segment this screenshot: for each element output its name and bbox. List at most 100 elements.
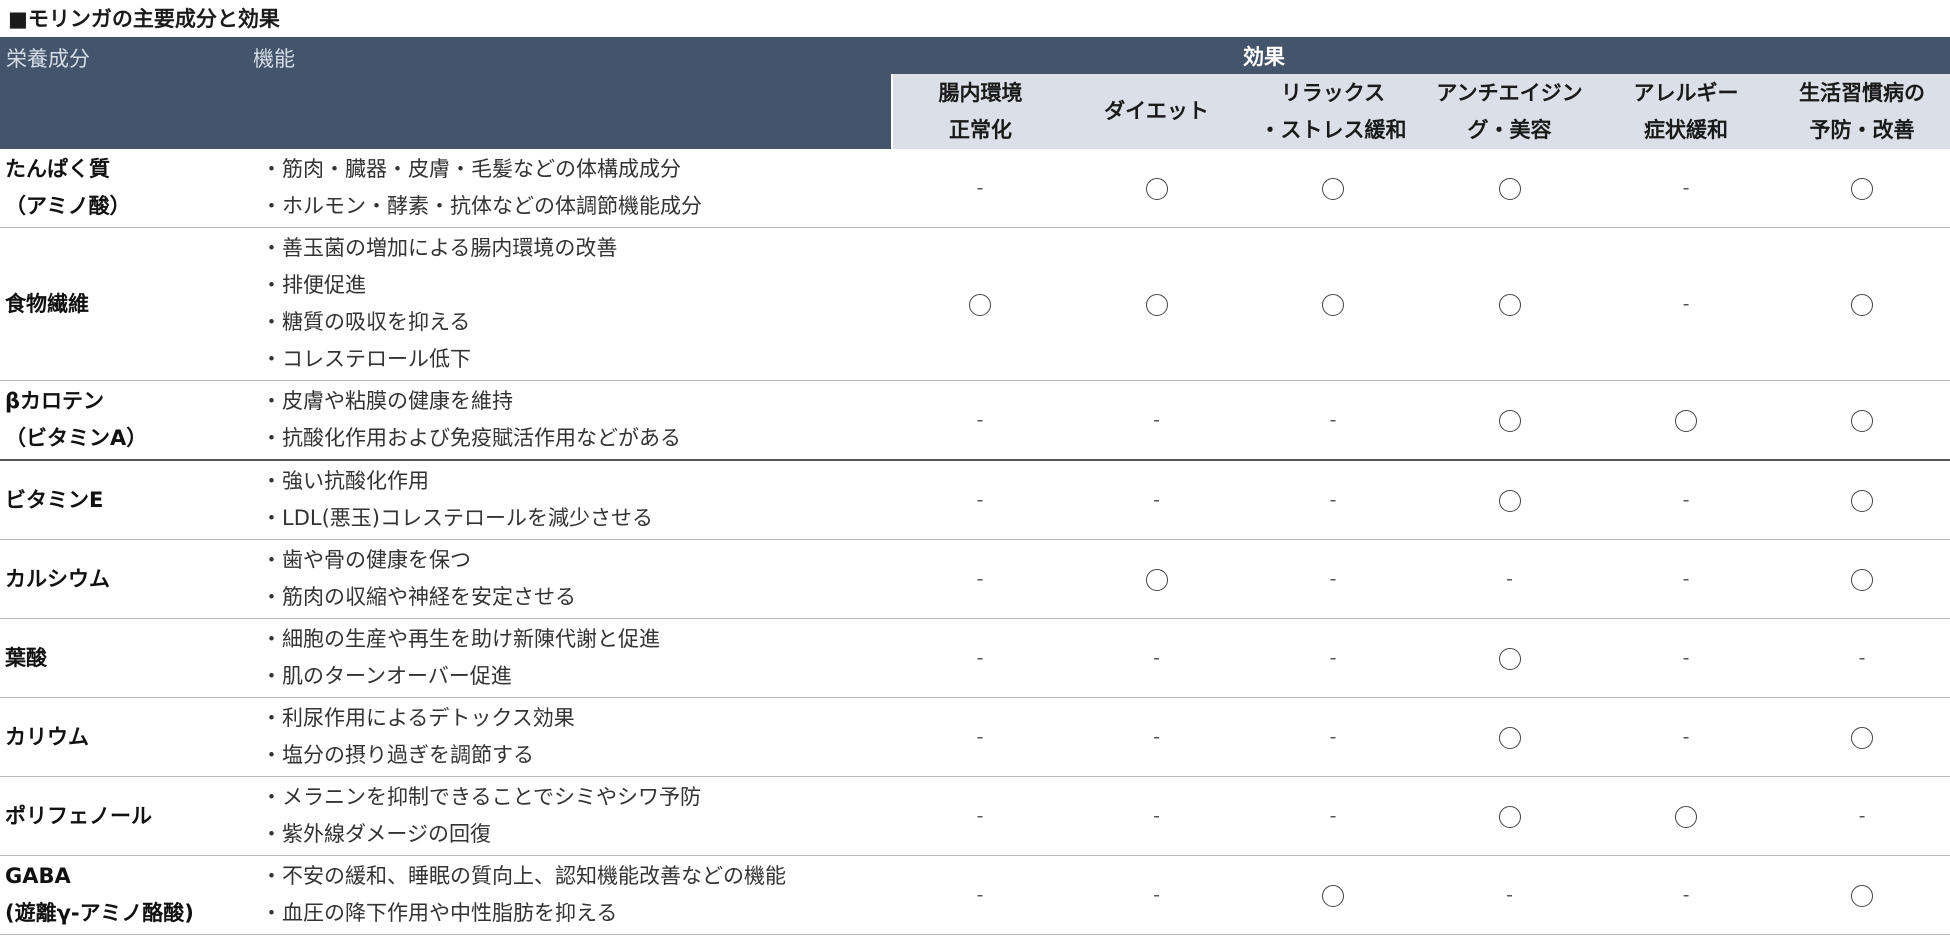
function-item: ・利尿作用によるデトックス効果 [261, 706, 575, 730]
circle-icon [1498, 648, 1521, 670]
effect-dash-mark: - [1682, 884, 1690, 906]
effect-circle-mark [1421, 698, 1598, 777]
effect-dash-mark: - [1682, 177, 1690, 199]
effect-dash-mark: - [1153, 409, 1160, 431]
table-row: ポリフェノール ・メラニンを抑制できることでシミやシワ予防 ・紫外線ダメージの回復 -… [0, 777, 1950, 856]
function-item: ・LDL(悪玉)コレステロールを減少させる [261, 506, 653, 530]
effect-dash-mark: - [1329, 726, 1337, 748]
function-item: ・抗酸化作用および免疫賦活作用などがある [261, 426, 681, 450]
effect-column-header: リラックス ・ストレス緩和 [1245, 74, 1421, 149]
function-item: ・ホルモン・酵素・抗体などの体調節機能成分 [261, 194, 702, 218]
circle-icon [1851, 727, 1873, 749]
circle-icon [1498, 294, 1521, 316]
effect-dash-mark: - [1682, 647, 1690, 669]
table-row: 葉酸 ・細胞の生産や再生を助け新陳代謝と促進 ・肌のターンオーバー促進 - - - - - [0, 619, 1950, 698]
circle-icon [1498, 727, 1521, 749]
function-cell: ・不安の緩和、睡眠の質向上、認知機能改善などの機能 ・血圧の降下作用や中性脂肪を抑… [253, 856, 892, 935]
effect-dash-mark: - [976, 647, 984, 669]
circle-icon [1322, 885, 1344, 907]
function-item: ・紫外線ダメージの回復 [261, 822, 491, 846]
circle-icon [1851, 178, 1873, 200]
nutrient-name: カルシウム [5, 566, 110, 591]
circle-icon [1498, 178, 1521, 200]
nutrient-name: ビタミンE [5, 487, 104, 512]
table-row: たんぱく質 （アミノ酸） ・筋肉・臓器・皮膚・毛髪などの体構成成分 ・ホルモン・酵素… [0, 149, 1950, 228]
circle-icon [1322, 294, 1344, 316]
function-cell: ・メラニンを抑制できることでシミやシワ予防 ・紫外線ダメージの回復 [253, 777, 892, 856]
table-row: カルシウム ・歯や骨の健康を保つ ・筋肉の収縮や神経を安定させる - - - - [0, 540, 1950, 619]
table-row: βカロテン （ビタミンA） ・皮膚や粘膜の健康を維持 ・抗酸化作用および免疫賦活作用… [0, 381, 1950, 461]
effect-circle-mark [1774, 698, 1950, 777]
nutrient-name: GABA (遊離γ-アミノ酪酸) [5, 864, 194, 925]
effect-circle-mark [1068, 149, 1245, 228]
function-cell: ・細胞の生産や再生を助け新陳代謝と促進 ・肌のターンオーバー促進 [253, 619, 892, 698]
nutrient-name: βカロテン （ビタミンA） [5, 389, 148, 450]
effect-circle-mark [1421, 149, 1598, 228]
effect-dash-mark: - [1329, 805, 1337, 827]
effect-dash-mark: - [1329, 489, 1337, 511]
effect-circle-mark [1774, 381, 1950, 461]
column-header-function: 機能 [253, 37, 892, 149]
table-row: 食物繊維 ・善玉菌の増加による腸内環境の改善 ・排便促進 ・糖質の吸収を抑える ・コレス… [0, 228, 1950, 381]
effect-circle-mark [1421, 777, 1598, 856]
effect-dash-mark: - [1329, 647, 1337, 669]
effect-dash-mark: - [1858, 805, 1866, 827]
circle-icon [1675, 806, 1697, 828]
nutrient-name: 食物繊維 [5, 291, 89, 316]
circle-icon [1145, 294, 1168, 316]
effect-column-header: アンチエイジン グ・美容 [1421, 74, 1598, 149]
circle-icon [1851, 885, 1873, 907]
effect-dash-mark: - [1506, 568, 1513, 590]
column-header-nutrient: 栄養成分 [0, 37, 253, 149]
effect-circle-mark [1598, 777, 1774, 856]
effect-column-header: アレルギー 症状緩和 [1598, 74, 1774, 149]
circle-icon [1498, 806, 1521, 828]
function-cell: ・筋肉・臓器・皮膚・毛髪などの体構成成分 ・ホルモン・酵素・抗体などの体調節機能成… [253, 149, 892, 228]
effect-circle-mark [1421, 381, 1598, 461]
effect-circle-mark [1421, 619, 1598, 698]
table-row: カリウム ・利尿作用によるデトックス効果 ・塩分の摂り過ぎを調節する - - - - [0, 698, 1950, 777]
effect-dash-mark: - [976, 177, 984, 199]
nutrient-name: ポリフェノール [5, 803, 152, 828]
effect-circle-mark [1245, 228, 1421, 381]
effect-dash-mark: - [1153, 726, 1160, 748]
column-header-effects: 効果 [892, 37, 1950, 74]
effect-dash-mark: - [1153, 884, 1160, 906]
page-title: ■モリンガの主要成分と効果 [8, 7, 280, 31]
effect-dash-mark: - [1682, 293, 1690, 315]
table-row: GABA (遊離γ-アミノ酪酸) ・不安の緩和、睡眠の質向上、認知機能改善などの機… [0, 856, 1950, 935]
effect-dash-mark: - [976, 489, 984, 511]
nutrient-name: たんぱく質 （アミノ酸） [5, 157, 131, 218]
effect-circle-mark [1245, 856, 1421, 935]
effect-dash-mark: - [1329, 409, 1337, 431]
circle-icon [1322, 178, 1344, 200]
table-row: ビタミンE ・強い抗酸化作用 ・LDL(悪玉)コレステロールを減少させる - - - - [0, 460, 1950, 540]
effect-circle-mark [1421, 228, 1598, 381]
function-cell: ・歯や骨の健康を保つ・筋肉の収縮や神経を安定させる [253, 540, 892, 619]
function-item: ・筋肉の収縮や神経を安定させる [261, 585, 576, 609]
function-cell: ・善玉菌の増加による腸内環境の改善 ・排便促進 ・糖質の吸収を抑える ・コレステロール… [253, 228, 892, 381]
function-cell: ・皮膚や粘膜の健康を維持 ・抗酸化作用および免疫賦活作用などがある [253, 381, 892, 461]
effect-circle-mark [1421, 460, 1598, 540]
circle-icon [1498, 490, 1521, 512]
effect-dash-mark: - [1506, 884, 1513, 906]
effects-label: 効果 [1243, 44, 1285, 69]
effect-circle-mark [1774, 228, 1950, 381]
effect-dash-mark: - [1153, 647, 1160, 669]
function-item: ・不安の緩和、睡眠の質向上、認知機能改善などの機能 [261, 864, 786, 888]
function-item: ・細胞の生産や再生を助け新陳代謝と促進 [261, 627, 660, 651]
effect-circle-mark [1245, 149, 1421, 228]
effect-circle-mark [1774, 856, 1950, 935]
nutrient-effects-table: 栄養成分 機能 効果 腸内環境 正常化 ダイエット リラックス ・ストレス緩和 アンチ… [0, 37, 1950, 935]
circle-icon [1851, 410, 1873, 432]
effect-column-header: 腸内環境 正常化 [891, 74, 1068, 149]
effect-dash-mark: - [976, 805, 984, 827]
function-item: ・筋肉・臓器・皮膚・毛髪などの体構成成分 [261, 157, 681, 181]
function-item: ・歯や骨の健康を保つ [261, 548, 471, 572]
effect-column-header: ダイエット [1068, 74, 1245, 149]
effect-dash-mark: - [976, 884, 984, 906]
nutrient-name: 葉酸 [5, 645, 47, 670]
circle-icon [1675, 410, 1697, 432]
effect-dash-mark: - [1329, 568, 1337, 590]
effect-dash-mark: - [1682, 726, 1690, 748]
